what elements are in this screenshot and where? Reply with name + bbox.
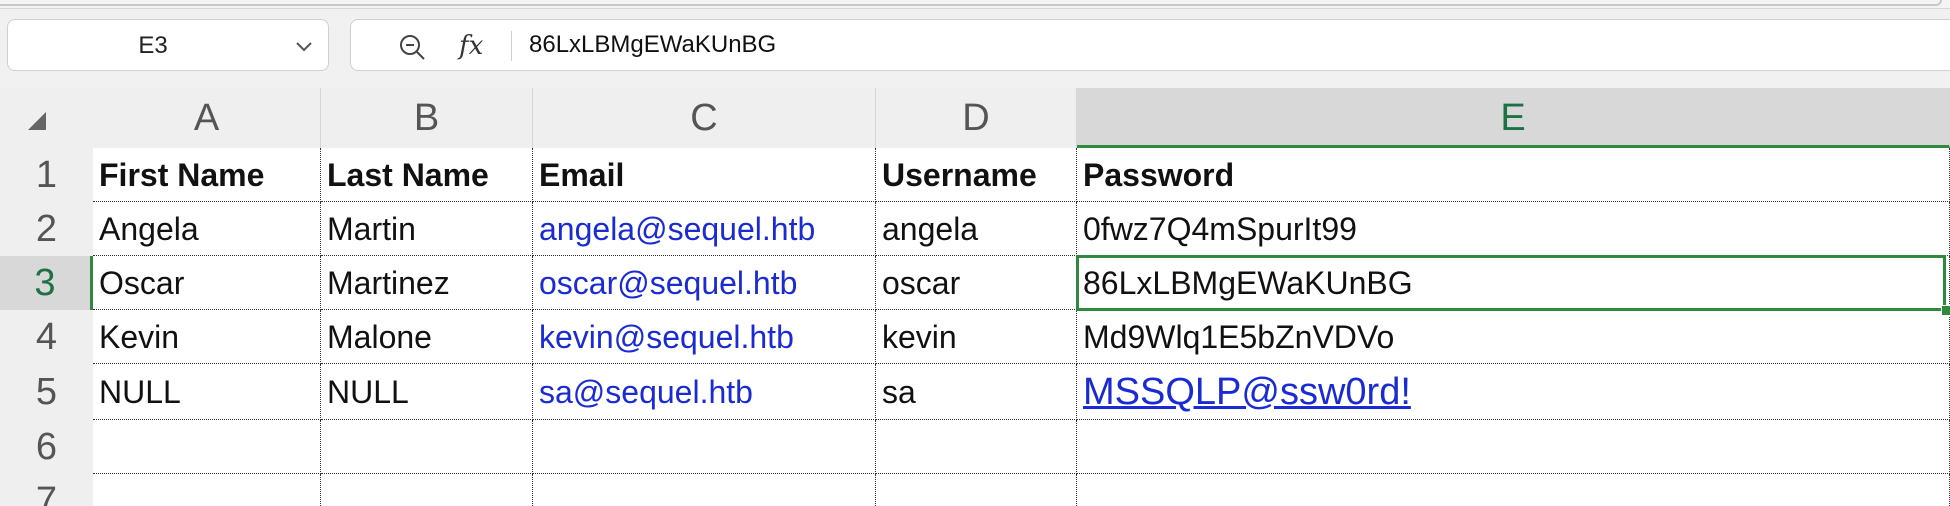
cell-b2[interactable]: Martin [321,202,533,256]
formula-bar-separator [511,31,512,61]
column-header-b[interactable]: B [321,88,533,148]
cell-c4[interactable]: kevin@sequel.htb [533,310,876,364]
window-top-strip [0,0,1950,9]
row-header-2[interactable]: 2 [0,202,93,256]
row-header-3[interactable]: 3 [0,256,93,310]
window-top-edge [0,0,1942,6]
cell-a3[interactable]: Oscar [93,256,321,310]
cell-c3[interactable]: oscar@sequel.htb [533,256,876,310]
function-icon[interactable]: fx [459,26,483,66]
formula-bar-value[interactable]: 86LxLBMgEWaKUnBG [529,20,776,70]
row-header-4[interactable]: 4 [0,310,93,364]
cell-a2[interactable]: Angela [93,202,321,256]
cell-a7[interactable] [93,474,321,506]
cell-d2[interactable]: angela [876,202,1077,256]
cell-a6[interactable] [93,420,321,474]
cell-d5[interactable]: sa [876,364,1077,420]
select-all-icon [28,112,46,130]
row-header-1[interactable]: 1 [0,148,93,202]
row-header-6[interactable]: 6 [0,420,93,474]
chevron-down-icon[interactable] [292,34,316,58]
cell-c7[interactable] [533,474,876,506]
column-header-d[interactable]: D [876,88,1077,148]
name-box[interactable]: E3 [7,19,329,71]
cell-a5[interactable]: NULL [93,364,321,420]
select-all-corner[interactable] [0,88,93,148]
cell-e5[interactable]: MSSQLP@ssw0rd! [1077,364,1950,420]
column-header-e[interactable]: E [1077,88,1950,148]
cell-c1[interactable]: Email [533,148,876,202]
cell-d7[interactable] [876,474,1077,506]
cell-e6[interactable] [1077,420,1950,474]
cell-b1[interactable]: Last Name [321,148,533,202]
cell-d1[interactable]: Username [876,148,1077,202]
cell-b7[interactable] [321,474,533,506]
cell-e1[interactable]: Password [1077,148,1950,202]
formula-bar[interactable]: fx 86LxLBMgEWaKUnBG [350,19,1950,71]
cell-d3[interactable]: oscar [876,256,1077,310]
fill-handle[interactable] [1941,305,1950,316]
cell-b4[interactable]: Malone [321,310,533,364]
spreadsheet-grid[interactable]: A B C D E 1 2 3 4 5 6 7 First Name Last Name Email User… [0,88,1950,506]
zoom-out-icon[interactable] [397,32,427,62]
cell-e3[interactable]: 86LxLBMgEWaKUnBG [1077,256,1950,310]
name-box-value: E3 [138,32,168,59]
column-header-c[interactable]: C [533,88,876,148]
cell-d4[interactable]: kevin [876,310,1077,364]
cell-c5[interactable]: sa@sequel.htb [533,364,876,420]
cell-e2[interactable]: 0fwz7Q4mSpurIt99 [1077,202,1950,256]
cell-e7[interactable] [1077,474,1950,506]
cell-d6[interactable] [876,420,1077,474]
column-header-a[interactable]: A [93,88,321,148]
cell-b6[interactable] [321,420,533,474]
cell-e4[interactable]: Md9Wlq1E5bZnVDVo [1077,310,1950,364]
row-header-5[interactable]: 5 [0,364,93,420]
cell-c2[interactable]: angela@sequel.htb [533,202,876,256]
row-header-7[interactable]: 7 [0,474,93,506]
cell-c6[interactable] [533,420,876,474]
cell-a1[interactable]: First Name [93,148,321,202]
cell-a4[interactable]: Kevin [93,310,321,364]
cell-b5[interactable]: NULL [321,364,533,420]
cell-b3[interactable]: Martinez [321,256,533,310]
